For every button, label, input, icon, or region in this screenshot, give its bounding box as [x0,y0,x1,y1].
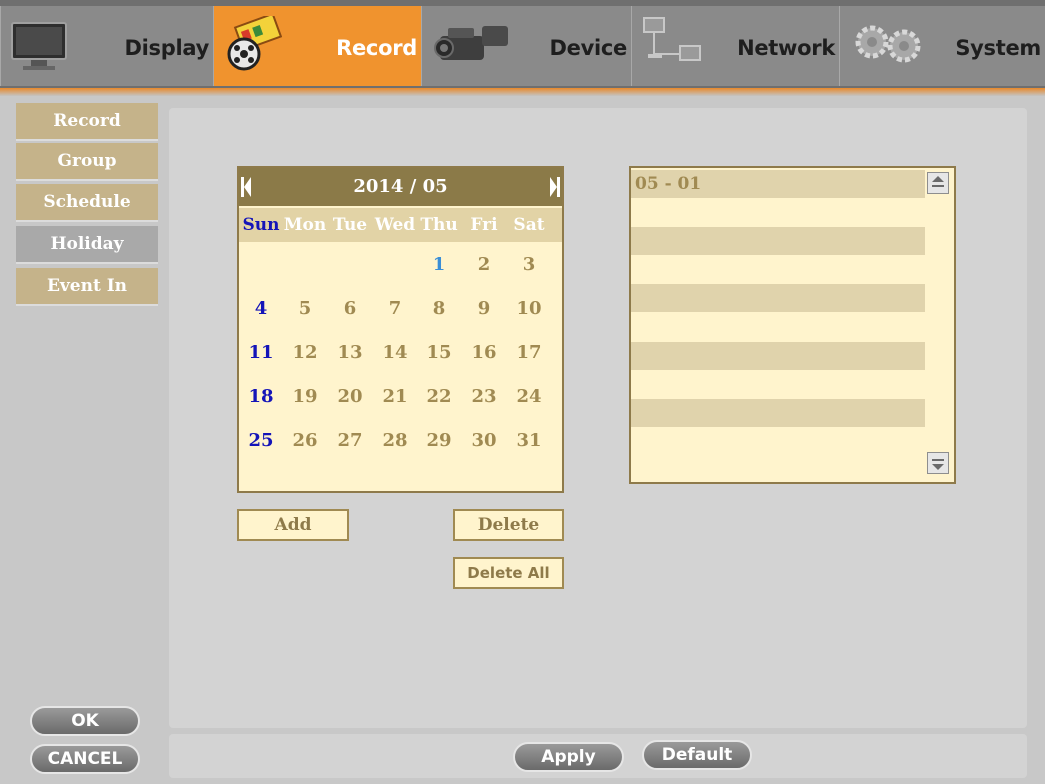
tab-system[interactable]: System [839,6,1045,86]
calendar-day[interactable]: 11 [239,338,283,368]
sidebar-item-group[interactable]: Group [16,143,158,181]
calendar-day[interactable]: 31 [507,426,551,456]
tab-record[interactable]: Record [213,6,421,86]
monitor-icon [11,20,67,78]
calendar-day[interactable]: 30 [462,426,506,456]
calendar-day[interactable]: 21 [373,382,417,412]
scroll-up-icon [932,176,944,187]
sidebar-item-event-in[interactable]: Event In [16,268,158,306]
holiday-list-row[interactable] [631,398,925,427]
calendar-day[interactable]: 16 [462,338,506,368]
calendar-day[interactable]: 6 [328,294,372,324]
nav-accent-rule [0,88,1045,96]
weekday-header: Fri [470,215,498,235]
calendar-day[interactable]: 4 [239,294,283,324]
calendar-day[interactable]: 12 [283,338,327,368]
calendar-day[interactable]: 2 [462,250,506,280]
holiday-list-row[interactable]: 05 - 01 [631,170,925,198]
apply-button[interactable]: Apply [513,742,624,772]
tab-device-label: Device [549,36,628,60]
calendar-weekday-row: Sun Mon Tue Wed Thu Fri Sat [239,208,562,242]
default-button[interactable]: Default [642,740,752,770]
calendar-day[interactable]: 15 [417,338,461,368]
holiday-list-row[interactable] [631,199,925,227]
calendar-day[interactable]: 28 [373,426,417,456]
holiday-list-row[interactable] [631,227,925,256]
calendar-day[interactable]: 26 [283,426,327,456]
tab-network-label: Network [737,36,835,60]
film-reel-icon [224,12,283,78]
scroll-down-icon [932,459,944,470]
holiday-list-row[interactable] [631,341,925,370]
camcorder-icon [434,18,514,74]
holiday-list: 05 - 01 [629,166,956,484]
sidebar-item-holiday[interactable]: Holiday [16,226,158,264]
calendar-day[interactable]: 14 [373,338,417,368]
calendar-day[interactable]: 25 [239,426,283,456]
calendar-day[interactable]: 22 [417,382,461,412]
calendar-day[interactable]: 24 [507,382,551,412]
tab-device[interactable]: Device [421,6,631,86]
scroll-up-button[interactable] [927,172,949,194]
holiday-list-row[interactable] [631,284,925,313]
network-icon [642,16,702,80]
sidebar-item-record[interactable]: Record [16,103,158,141]
calendar-day[interactable]: 3 [507,250,551,280]
add-button[interactable]: Add [237,509,349,541]
calendar-day[interactable]: 27 [328,426,372,456]
holiday-list-row[interactable] [631,256,925,284]
ok-button[interactable]: OK [30,706,140,736]
tab-display-label: Display [124,36,210,60]
scroll-down-button[interactable] [927,452,949,474]
calendar-day[interactable]: 9 [462,294,506,324]
calendar-day[interactable]: 20 [328,382,372,412]
calendar-day[interactable]: 17 [507,338,551,368]
holiday-list-row[interactable] [631,370,925,398]
calendar-day[interactable]: 10 [507,294,551,324]
delete-all-button[interactable]: Delete All [453,557,564,589]
holiday-list-row-label: 05 - 01 [635,174,702,194]
sidebar-item-schedule[interactable]: Schedule [16,184,158,222]
calendar-day[interactable]: 18 [239,382,283,412]
tab-display[interactable]: Display [0,6,213,86]
delete-button[interactable]: Delete [453,509,564,541]
tab-network[interactable]: Network [631,6,839,86]
weekday-header: Wed [374,215,416,235]
triangle-right-icon[interactable] [550,177,560,197]
holiday-list-row[interactable] [631,427,925,455]
calendar-day[interactable]: 5 [283,294,327,324]
weekday-header: Tue [332,215,368,235]
calendar-day[interactable]: 23 [462,382,506,412]
calendar-day[interactable]: 29 [417,426,461,456]
calendar-day[interactable]: 1 [417,250,461,280]
weekday-header: Sun [242,215,280,235]
calendar-day[interactable]: 19 [283,382,327,412]
top-nav-bar: Display Record Device Network System [0,0,1045,88]
calendar-day[interactable]: 7 [373,294,417,324]
holiday-calendar: 2014 / 05 Sun Mon Tue Wed Thu Fri Sat 12345678… [237,166,564,493]
calendar-day[interactable]: 13 [328,338,372,368]
tab-record-label: Record [336,36,417,60]
calendar-day[interactable]: 8 [417,294,461,324]
weekday-header: Mon [283,215,327,235]
tab-system-label: System [955,36,1041,60]
calendar-month-label: 2014 / 05 [353,176,448,197]
cancel-button[interactable]: CANCEL [30,744,140,774]
gears-icon [854,22,928,70]
weekday-header: Thu [420,215,458,235]
weekday-header: Sat [513,215,545,235]
holiday-list-row[interactable] [631,313,925,341]
